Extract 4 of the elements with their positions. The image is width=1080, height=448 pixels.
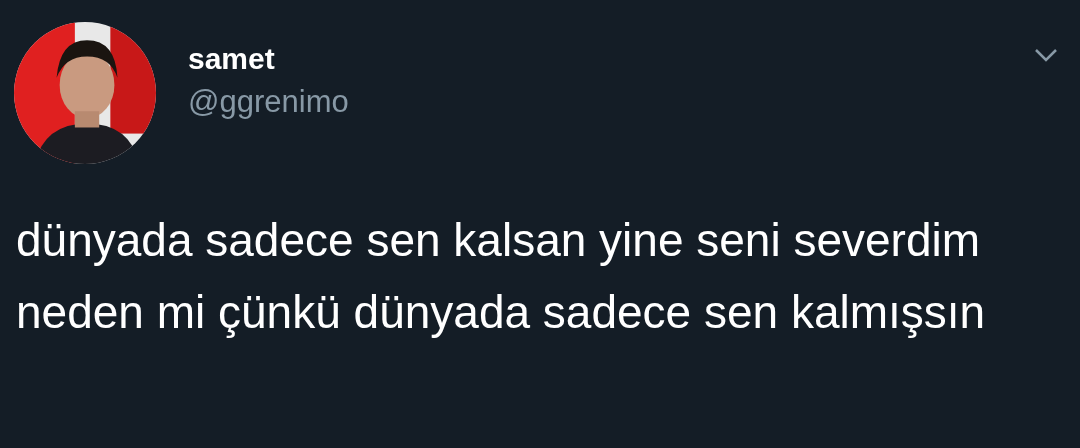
chevron-down-icon[interactable] <box>1034 48 1058 62</box>
tweet-text: dünyada sadece sen kalsan yine seni severdim neden mi çünkü dünyada sadece sen kalmışsın <box>16 213 987 340</box>
author-handle: @ggrenimo <box>188 84 349 120</box>
author-name: samet <box>188 42 276 76</box>
